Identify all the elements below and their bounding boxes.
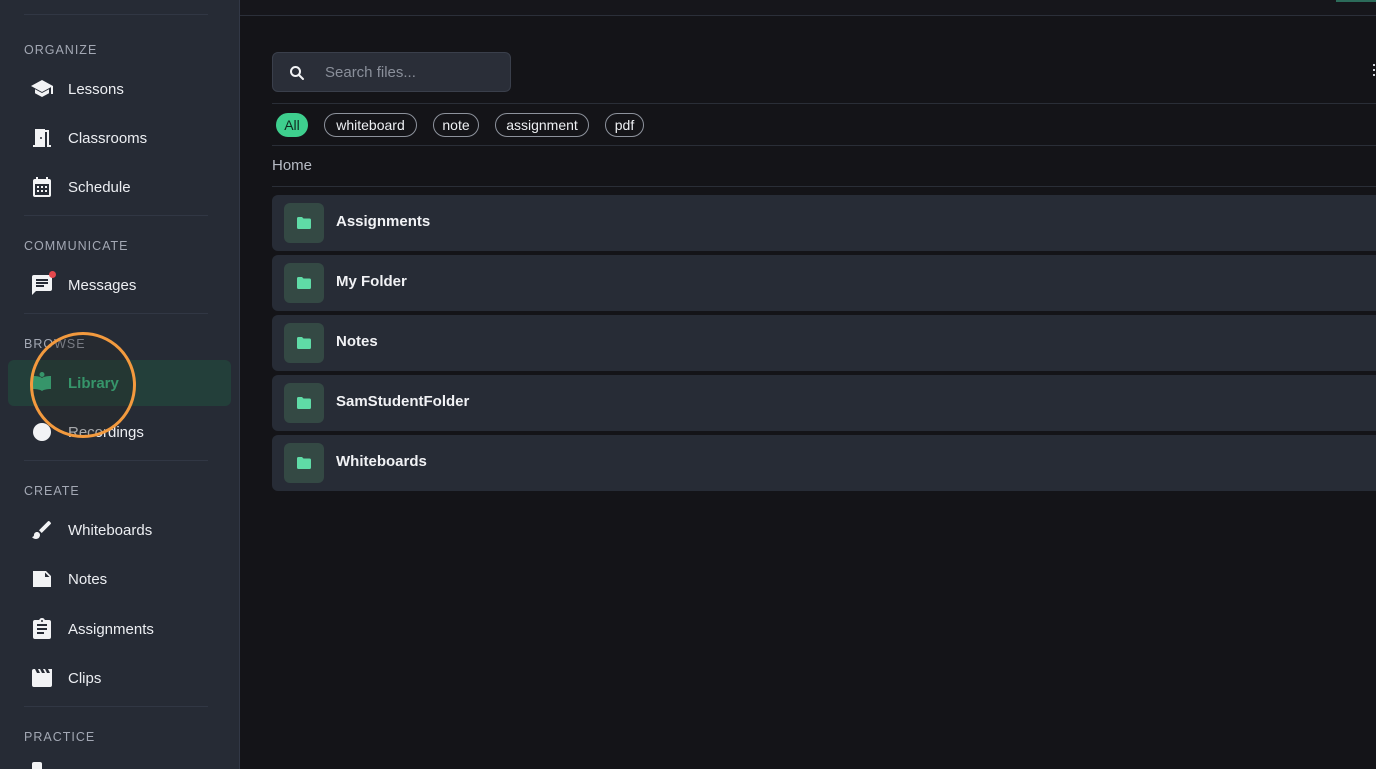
section-title-create: CREATE: [24, 484, 80, 498]
folder-name: My Folder: [336, 273, 407, 290]
sidebar-item-schedule[interactable]: Schedule: [8, 164, 231, 210]
sidebar-item-messages[interactable]: Messages: [8, 262, 231, 308]
sidebar-item-label: Clips: [68, 669, 102, 687]
sidebar-item-label: Whiteboards: [68, 521, 153, 539]
folder-name: Notes: [336, 333, 378, 350]
divider: [272, 103, 1376, 104]
sidebar-item-label: Library: [68, 374, 119, 392]
topbar-accent: [1336, 0, 1376, 2]
sidebar-item-label: Schedule: [68, 178, 131, 196]
divider: [24, 313, 208, 314]
folder-row[interactable]: SamStudentFolder: [272, 375, 1376, 431]
folder-icon: [284, 323, 324, 363]
folder-row[interactable]: My Folder: [272, 255, 1376, 311]
sidebar-item-library[interactable]: Library: [8, 360, 231, 406]
divider: [24, 706, 208, 707]
sidebar-item-label: Classrooms: [68, 129, 148, 147]
filter-chip-assignment[interactable]: assignment: [495, 113, 589, 137]
book-icon: [30, 371, 54, 395]
folder-row[interactable]: Notes: [272, 315, 1376, 371]
note-icon: [30, 567, 54, 591]
folder-row[interactable]: Whiteboards: [272, 435, 1376, 491]
section-title-browse: BROWSE: [24, 337, 86, 351]
sidebar-item-label: Lessons: [68, 80, 124, 98]
top-bar: [240, 0, 1376, 16]
record-dot-icon: [30, 420, 54, 444]
sidebar-item-clips[interactable]: Clips: [8, 655, 231, 701]
notification-badge: [49, 271, 56, 278]
brush-icon: [30, 518, 54, 542]
sidebar-item-recordings[interactable]: Recordings: [8, 409, 231, 455]
divider: [272, 145, 1376, 146]
filter-chip-whiteboard[interactable]: whiteboard: [324, 113, 417, 137]
filter-chip-all[interactable]: All: [276, 113, 308, 137]
sidebar-item-whiteboards[interactable]: Whiteboards: [8, 507, 231, 553]
folder-icon: [284, 263, 324, 303]
door-icon: [30, 126, 54, 150]
filter-chip-note[interactable]: note: [433, 113, 479, 137]
folder-name: Assignments: [336, 213, 431, 230]
sidebar-item-label: Notes: [68, 570, 108, 588]
graduation-cap-icon: [30, 77, 54, 101]
divider: [24, 460, 208, 461]
folder-icon: [284, 383, 324, 423]
filter-chip-pdf[interactable]: pdf: [605, 113, 644, 137]
sidebar-item-label: Messages: [68, 276, 137, 294]
sidebar-item-assignments[interactable]: Assignments: [8, 606, 231, 652]
section-title-organize: ORGANIZE: [24, 43, 98, 57]
folder-icon: [284, 443, 324, 483]
app-window: ORGANIZE Lessons Classrooms Schedule COM…: [0, 0, 1376, 769]
folder-icon: [284, 203, 324, 243]
sidebar: ORGANIZE Lessons Classrooms Schedule COM…: [0, 0, 240, 769]
divider: [24, 14, 208, 15]
folder-name: SamStudentFolder: [336, 393, 470, 410]
clipboard-icon: [30, 617, 54, 641]
divider: [24, 215, 208, 216]
practice-item-icon: [32, 762, 42, 769]
search-box[interactable]: [272, 52, 511, 92]
folder-row[interactable]: Assignments: [272, 195, 1376, 251]
sidebar-item-notes[interactable]: Notes: [8, 556, 231, 602]
section-title-practice: PRACTICE: [24, 730, 96, 744]
clapperboard-icon: [30, 666, 54, 690]
calendar-icon: [30, 175, 54, 199]
search-icon: [289, 65, 305, 81]
sidebar-item-classrooms[interactable]: Classrooms: [8, 115, 231, 161]
sidebar-item-label: Recordings: [68, 423, 144, 441]
search-input[interactable]: [325, 53, 505, 91]
folder-name: Whiteboards: [336, 453, 427, 470]
sidebar-item-label: Assignments: [68, 620, 154, 638]
section-title-communicate: COMMUNICATE: [24, 239, 129, 253]
divider: [272, 186, 1376, 187]
sidebar-item-lessons[interactable]: Lessons: [8, 66, 231, 112]
breadcrumb[interactable]: Home: [272, 157, 312, 174]
chat-icon: [30, 271, 56, 297]
